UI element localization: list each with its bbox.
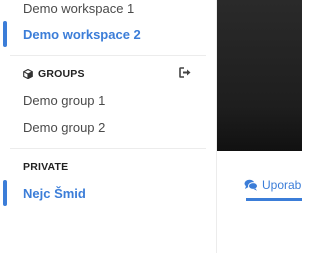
- comments-icon: [244, 179, 258, 191]
- section-header-label: PRIVATE: [23, 161, 69, 173]
- sidebar-item-label: Demo workspace 2: [23, 26, 141, 42]
- sidebar-item-demo-workspace-1[interactable]: Demo workspace 1: [0, 0, 217, 21]
- sidebar-item-nejc-smid[interactable]: Nejc Šmid: [0, 180, 217, 206]
- tab-active-underline: [246, 198, 302, 201]
- divider: [10, 148, 206, 149]
- sidebar-item-demo-group-2[interactable]: Demo group 2: [0, 114, 217, 140]
- sidebar-item-demo-group-1[interactable]: Demo group 1: [0, 87, 217, 113]
- sidebar-item-label: Nejc Šmid: [23, 185, 86, 201]
- divider: [10, 55, 206, 56]
- export-button[interactable]: [178, 67, 192, 81]
- tab-label: Uporab: [262, 178, 302, 192]
- sidebar: Demo workspace 1 Demo workspace 2 GROUPS…: [0, 0, 217, 253]
- sidebar-item-label: Demo group 1: [23, 92, 106, 108]
- cube-icon: [23, 69, 33, 79]
- active-indicator: [3, 180, 7, 206]
- section-header-label: GROUPS: [38, 68, 85, 80]
- sidebar-item-label: Demo workspace 1: [23, 0, 135, 16]
- video-player[interactable]: [217, 0, 302, 151]
- sidebar-item-label: Demo group 2: [23, 119, 106, 135]
- export-icon: [179, 65, 191, 83]
- tab-uporabniki[interactable]: Uporab: [217, 170, 302, 200]
- sidebar-item-demo-workspace-2[interactable]: Demo workspace 2: [0, 21, 217, 47]
- active-indicator: [3, 21, 7, 47]
- private-section-header: PRIVATE: [0, 159, 217, 175]
